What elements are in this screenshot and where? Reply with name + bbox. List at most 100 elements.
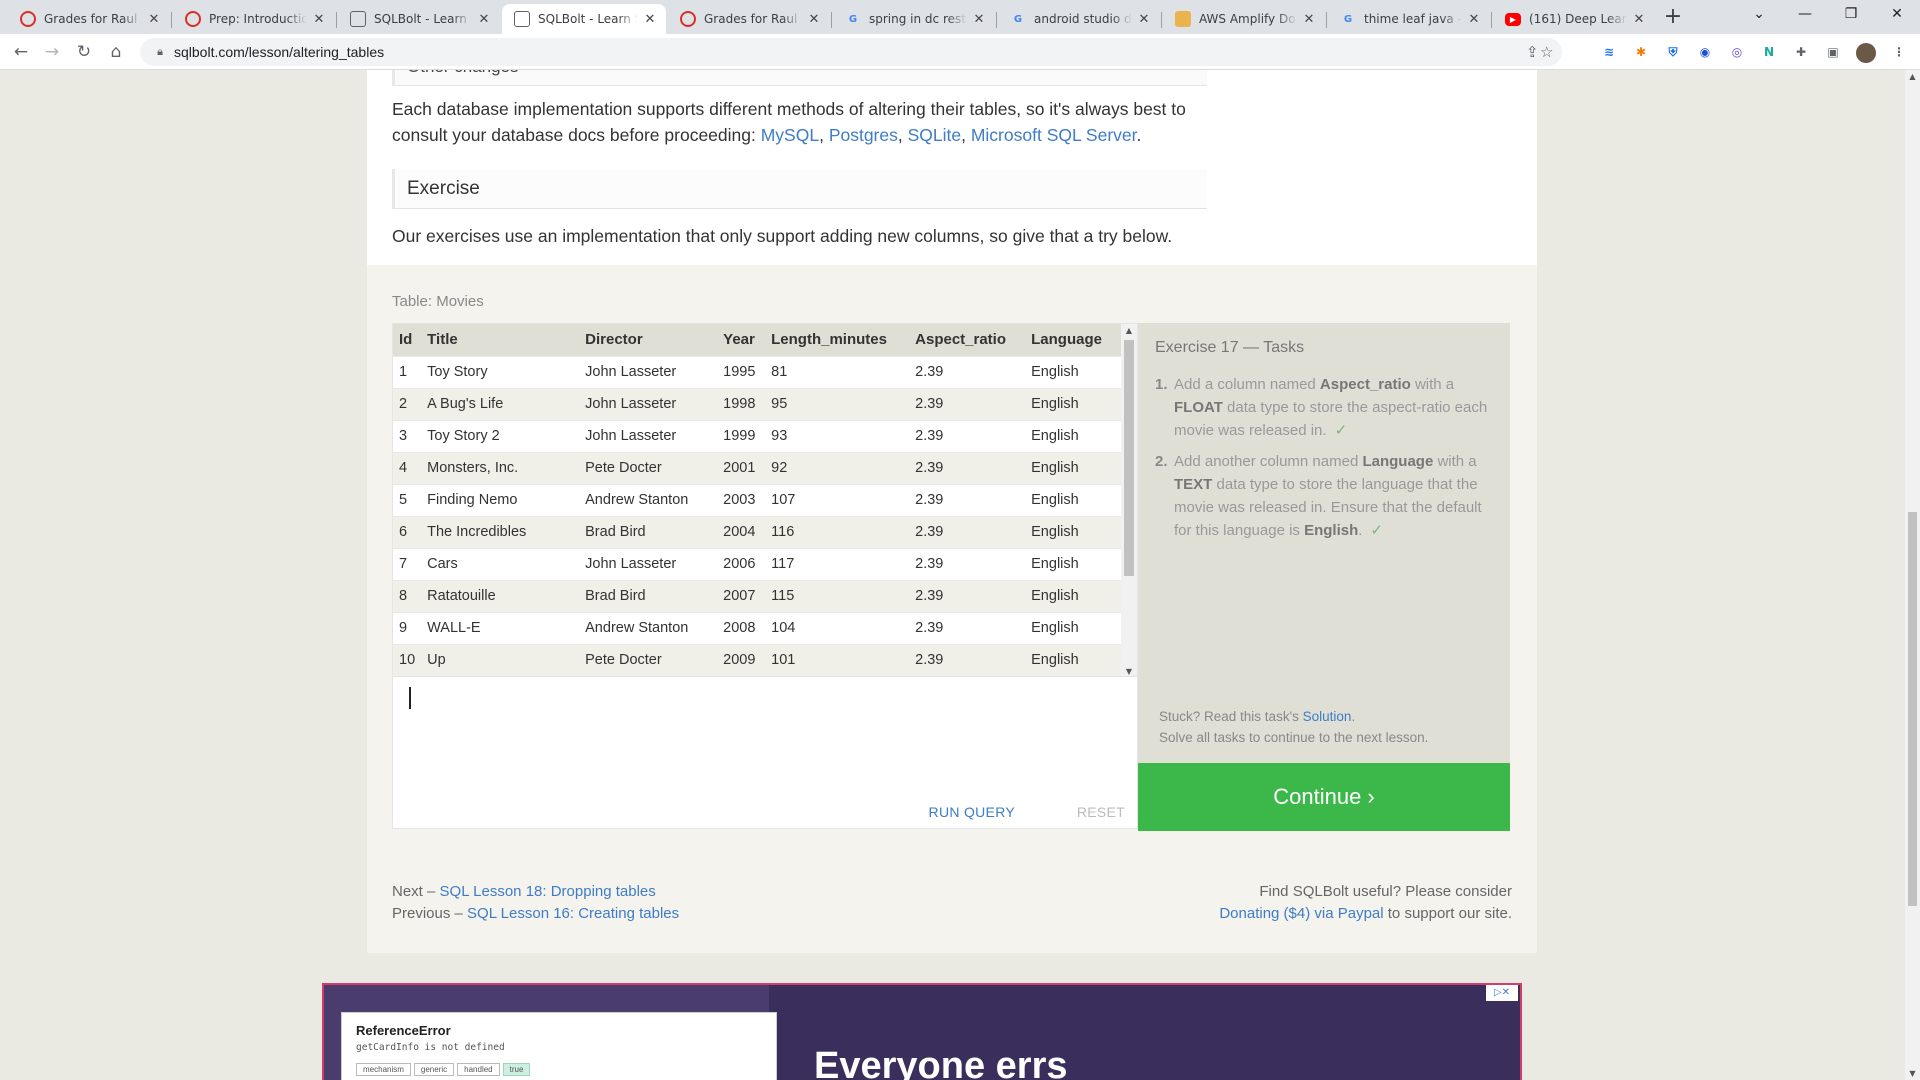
column-header: Id: [393, 324, 422, 356]
table-cell: 1999: [717, 419, 766, 452]
sql-server-link[interactable]: Microsoft SQL Server: [971, 125, 1137, 145]
side-panel-icon[interactable]: ▣: [1824, 43, 1842, 61]
donate-line: Donating ($4) via Paypal to support our …: [1219, 903, 1512, 925]
tab-close-icon[interactable]: ✕: [1466, 12, 1482, 27]
table-cell: 101: [765, 643, 910, 676]
extension-icon[interactable]: ◉: [1696, 43, 1714, 61]
browser-tab[interactable]: AWS Amplify Docum ✕: [1163, 4, 1325, 34]
browser-tab[interactable]: G android studio doc ✕: [998, 4, 1160, 34]
tab-divider: [336, 12, 337, 28]
tab-divider: [1491, 12, 1492, 28]
reset-button[interactable]: RESET: [1077, 804, 1125, 820]
tab-close-icon[interactable]: ✕: [1631, 12, 1647, 27]
minimize-button[interactable]: —: [1782, 0, 1828, 30]
tab-title: AWS Amplify Docum: [1199, 12, 1297, 26]
table-cell: 2.39: [909, 483, 1026, 516]
tab-divider: [1161, 12, 1162, 28]
tab-title: spring in dc restful: [869, 12, 967, 26]
run-query-button[interactable]: RUN QUERY: [929, 804, 1015, 820]
browser-tab-active[interactable]: SQLBolt - Learn SQL ✕: [502, 4, 666, 34]
advertisement-banner[interactable]: ReferenceError getCardInfo is not define…: [322, 983, 1522, 1080]
scroll-down-icon[interactable]: ▼: [1121, 667, 1137, 676]
extension-icon[interactable]: ✱: [1632, 43, 1650, 61]
extension-shield-icon[interactable]: ⛨: [1664, 43, 1682, 61]
table-header-row: Id Title Director Year Length_minutes As…: [393, 324, 1123, 356]
table-cell: John Lasseter: [579, 387, 718, 420]
scroll-down-icon[interactable]: ▼: [1905, 1069, 1920, 1078]
tab-close-icon[interactable]: ✕: [806, 12, 822, 27]
column-header: Length_minutes: [765, 324, 910, 356]
browser-tab[interactable]: Grades for Raul Zavala ✕: [668, 4, 830, 34]
sqlite-link[interactable]: SQLite: [908, 125, 962, 145]
mysql-link[interactable]: MySQL: [761, 125, 819, 145]
lock-icon[interactable]: 🔒︎: [152, 44, 168, 60]
browser-tab[interactable]: ▶ (161) Deep Learnin ✕: [1493, 4, 1655, 34]
scroll-up-icon[interactable]: ▲: [1905, 72, 1920, 81]
postgres-link[interactable]: Postgres: [829, 125, 898, 145]
query-editor[interactable]: RUN QUERY RESET: [392, 677, 1138, 829]
google-icon: G: [848, 13, 858, 25]
browser-tab[interactable]: Grades for Raul Zavala ✕: [8, 4, 170, 34]
table-cell: A Bug's Life: [421, 387, 580, 420]
table-cell: English: [1025, 451, 1123, 484]
forward-button[interactable]: →: [40, 40, 64, 64]
address-bar[interactable]: 🔒︎ sqlbolt.com/lesson/altering_tables ⇪ …: [140, 38, 1562, 66]
extension-icon[interactable]: ≋: [1600, 43, 1618, 61]
extension-icon[interactable]: ◎: [1728, 43, 1746, 61]
table-cell: Finding Nemo: [421, 483, 580, 516]
menu-icon[interactable]: ⋮: [1890, 43, 1908, 61]
close-window-button[interactable]: ✕: [1874, 0, 1920, 30]
solution-link[interactable]: Solution: [1303, 709, 1352, 724]
task-keyword: TEXT: [1174, 476, 1213, 493]
tab-close-icon[interactable]: ✕: [642, 12, 658, 27]
column-header: Language: [1025, 324, 1123, 356]
tab-close-icon[interactable]: ✕: [1301, 12, 1317, 27]
page-scrollbar-thumb[interactable]: [1908, 512, 1917, 906]
bookmark-star-icon[interactable]: ☆: [1540, 43, 1553, 61]
puzzle-icon[interactable]: ✚: [1792, 43, 1810, 61]
results-table-container[interactable]: Id Title Director Year Length_minutes As…: [392, 323, 1138, 677]
browser-toolbar: ← → ↻ ⌂ 🔒︎ sqlbolt.com/lesson/altering_t…: [0, 34, 1920, 70]
scrollbar-thumb[interactable]: [1124, 340, 1134, 576]
profile-avatar[interactable]: [1856, 43, 1876, 63]
adchoices-icon[interactable]: ▷✕: [1486, 985, 1518, 1001]
continue-button[interactable]: Continue ›: [1138, 763, 1510, 831]
back-button[interactable]: ←: [9, 40, 33, 64]
tab-close-icon[interactable]: ✕: [971, 12, 987, 27]
table-cell: English: [1025, 643, 1123, 676]
tab-close-icon[interactable]: ✕: [476, 12, 492, 27]
next-lesson-link[interactable]: SQL Lesson 18: Dropping tables: [440, 883, 656, 900]
stuck-suffix: .: [1351, 709, 1356, 724]
previous-lesson-link[interactable]: SQL Lesson 16: Creating tables: [467, 905, 679, 922]
browser-tab[interactable]: G thime leaf java - Go ✕: [1328, 4, 1490, 34]
table-cell: 2.39: [909, 451, 1026, 484]
exercise-area: Table: Movies Id Title Director Year Len…: [367, 265, 1537, 953]
ad-tag: handled: [457, 1063, 500, 1076]
tab-search-button[interactable]: ⌄: [1736, 0, 1782, 30]
home-button[interactable]: ⌂: [104, 40, 128, 64]
tab-close-icon[interactable]: ✕: [311, 12, 327, 27]
browser-tab[interactable]: Prep: Introduction ✕: [173, 4, 335, 34]
table-row: 2A Bug's Life John Lasseter 1998 95 2.39 Engl…: [393, 387, 1123, 420]
page-scrollbar[interactable]: ▲ ▼: [1905, 70, 1920, 1080]
table-caption: Table: Movies: [392, 293, 484, 310]
results-table: Id Title Director Year Length_minutes As…: [393, 324, 1123, 676]
restore-button[interactable]: ❐: [1828, 0, 1874, 30]
table-cell: 2.39: [909, 419, 1026, 452]
donate-suffix: to support our site.: [1383, 905, 1512, 922]
table-scrollbar[interactable]: ▲ ▼: [1121, 324, 1137, 676]
tab-close-icon[interactable]: ✕: [1136, 12, 1152, 27]
task-list: 1. Add a column named Aspect_ratio with …: [1155, 373, 1501, 550]
browser-tab[interactable]: G spring in dc restful ✕: [833, 4, 995, 34]
tab-close-icon[interactable]: ✕: [146, 12, 162, 27]
donate-link[interactable]: Donating ($4) via Paypal: [1219, 905, 1383, 922]
lesson-navigation: Next – SQL Lesson 18: Dropping tables Pr…: [392, 881, 679, 925]
scroll-up-icon[interactable]: ▲: [1121, 326, 1137, 335]
reload-button[interactable]: ↻: [72, 40, 96, 64]
new-tab-button[interactable]: +: [1660, 4, 1686, 30]
share-icon[interactable]: ⇪: [1526, 43, 1539, 61]
youtube-icon: ▶: [1505, 12, 1521, 26]
browser-tab[interactable]: SQLBolt - Learn SQL ✕: [338, 4, 500, 34]
extension-icon[interactable]: N: [1760, 43, 1778, 61]
table-cell: 2004: [717, 515, 766, 548]
